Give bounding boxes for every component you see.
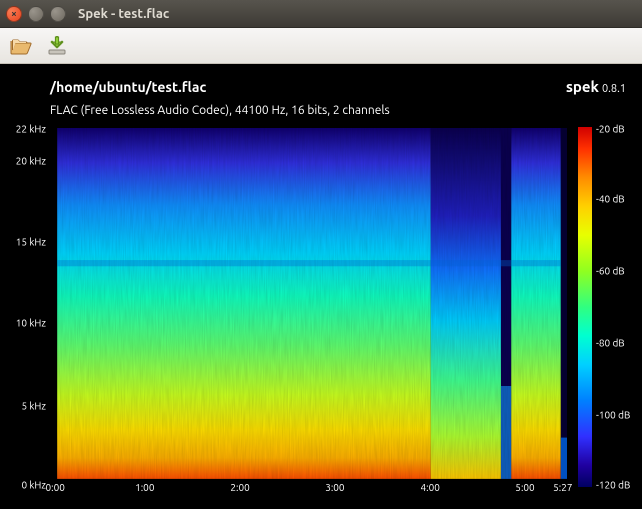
window-titlebar: × Spek - test.flac [0,0,642,28]
app-version: 0.8.1 [602,83,626,95]
format-info: FLAC (Free Lossless Audio Codec), 44100 … [10,96,630,127]
download-icon [46,36,68,56]
colorbar-tick: -80 dB [596,338,625,349]
colorbar-gradient [578,127,592,487]
x-axis: 0:00 1:00 2:00 3:00 4:00 5:00 5:27 [50,480,568,487]
x-tick: 0:00 [45,482,64,493]
file-path: /home/ubuntu/test.flac [50,79,206,95]
y-tick: 20 kHz [16,156,46,167]
colorbar-tick: -40 dB [596,194,625,205]
y-tick: 22 kHz [16,123,46,134]
window-minimize-button[interactable] [28,6,44,22]
colorbar-tick: -20 dB [596,123,625,134]
x-tick: 5:00 [515,482,534,493]
x-tick: 5:27 [553,482,572,493]
window-close-button[interactable]: × [6,6,22,22]
content-area: /home/ubuntu/test.flac spek0.8.1 FLAC (F… [0,64,642,509]
folder-open-icon [10,36,32,56]
brand-label: spek0.8.1 [566,78,626,96]
y-tick: 5 kHz [21,401,46,412]
x-tick: 4:00 [421,482,440,493]
spectrogram-canvas [50,127,568,480]
x-tick: 2:00 [230,482,249,493]
y-tick: 10 kHz [16,318,46,329]
toolbar [0,28,642,64]
colorbar-axis: -20 dB -40 dB -60 dB -80 dB -100 dB -120… [592,127,630,487]
y-tick: 0 kHz [21,480,46,491]
y-axis: 22 kHz 20 kHz 15 kHz 10 kHz 5 kHz 0 kHz [10,127,50,487]
spectrogram-plot: 22 kHz 20 kHz 15 kHz 10 kHz 5 kHz 0 kHz [10,127,630,487]
colorbar-tick: -100 dB [596,410,630,421]
colorbar: -20 dB -40 dB -60 dB -80 dB -100 dB -120… [568,127,630,487]
colorbar-tick: -60 dB [596,266,625,277]
window-title: Spek - test.flac [78,7,169,21]
save-image-button[interactable] [44,33,70,59]
y-tick: 15 kHz [16,237,46,248]
x-tick: 1:00 [135,482,154,493]
colorbar-tick: -120 dB [596,480,630,491]
x-tick: 3:00 [325,482,344,493]
window-maximize-button[interactable] [50,6,66,22]
open-file-button[interactable] [8,33,34,59]
app-name: spek [566,78,599,95]
